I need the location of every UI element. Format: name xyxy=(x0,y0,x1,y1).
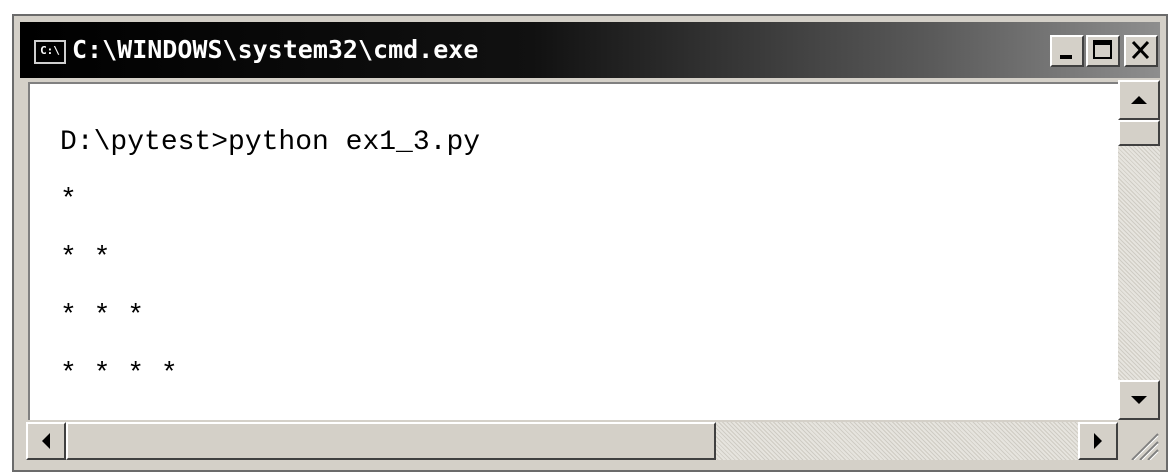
scroll-up-button[interactable] xyxy=(1118,80,1160,120)
vertical-scroll-thumb[interactable] xyxy=(1118,120,1160,146)
console-output: D:\pytest>python ex1_3.py * * * * * * * … xyxy=(60,114,480,404)
title-bar[interactable]: C:\ C:\WINDOWS\system32\cmd.exe xyxy=(20,22,1160,78)
minimize-icon xyxy=(1060,55,1072,59)
close-icon xyxy=(1131,40,1150,60)
console-line: D:\pytest>python ex1_3.py xyxy=(60,127,481,158)
console-area[interactable]: D:\pytest>python ex1_3.py * * * * * * * … xyxy=(28,82,1118,420)
scroll-right-button[interactable] xyxy=(1078,422,1118,460)
console-line: * * * * xyxy=(60,359,178,390)
window-title: C:\WINDOWS\system32\cmd.exe xyxy=(72,35,479,64)
resize-grip-icon xyxy=(1131,433,1159,461)
resize-grip[interactable] xyxy=(1118,422,1160,461)
maximize-button[interactable] xyxy=(1086,35,1120,67)
close-button[interactable] xyxy=(1124,35,1158,67)
horizontal-scroll-thumb[interactable] xyxy=(66,422,716,460)
console-line: * * * xyxy=(60,301,145,332)
console-line: * * xyxy=(60,243,111,274)
scroll-left-button[interactable] xyxy=(26,422,66,460)
arrow-left-icon xyxy=(42,433,50,449)
arrow-up-icon xyxy=(1131,96,1147,104)
minimize-button[interactable] xyxy=(1050,35,1084,67)
arrow-right-icon xyxy=(1094,433,1102,449)
maximize-icon xyxy=(1093,40,1112,59)
scroll-down-button[interactable] xyxy=(1118,380,1160,420)
vertical-scrollbar[interactable] xyxy=(1118,80,1160,420)
cmd-icon[interactable]: C:\ xyxy=(34,40,66,64)
cmd-window: C:\ C:\WINDOWS\system32\cmd.exe D:\pytes… xyxy=(12,14,1168,472)
arrow-down-icon xyxy=(1131,396,1147,404)
console-line: * xyxy=(60,185,77,216)
horizontal-scrollbar[interactable] xyxy=(26,422,1118,460)
